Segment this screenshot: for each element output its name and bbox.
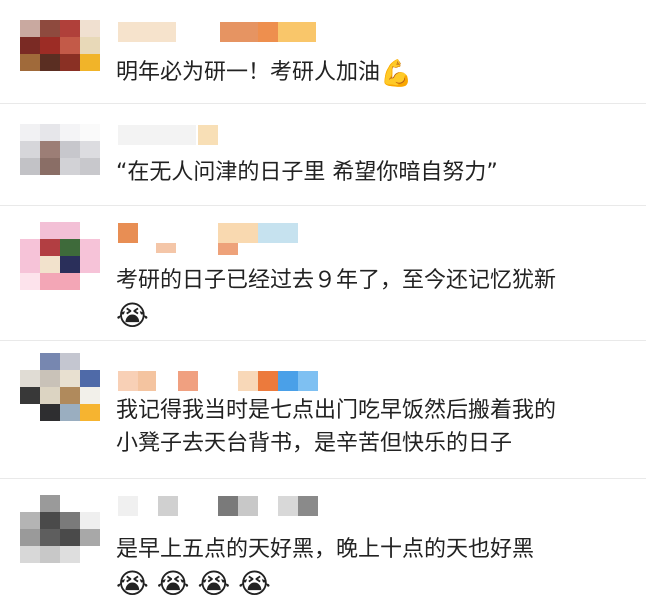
comment-text-content: 明年必为研一！考研人加油 bbox=[116, 60, 381, 85]
avatar[interactable] bbox=[20, 495, 100, 579]
loudly-crying-face-emoji-icon: 😭 bbox=[197, 567, 231, 600]
emoji-row: 😭 😭 😭 😭 bbox=[116, 567, 279, 600]
loudly-crying-face-emoji-icon: 😭 bbox=[116, 567, 149, 600]
avatar[interactable] bbox=[20, 20, 100, 86]
avatar[interactable] bbox=[20, 353, 100, 437]
comment-text-line: 我记得我当时是七点出门吃早饭然后搬着我的 bbox=[116, 398, 557, 423]
emoji-row: 😭 bbox=[116, 299, 157, 332]
flexed-biceps-emoji-icon: 💪 bbox=[380, 59, 413, 89]
comment-text: 我记得我当时是七点出门吃早饭然后搬着我的 小凳子去天台背书，是辛苦但快乐的日子 bbox=[116, 394, 556, 460]
comment-item: “在无人问津的日子里 希望你暗自努力” bbox=[0, 104, 646, 204]
loudly-crying-face-emoji-icon: 😭 bbox=[156, 567, 190, 600]
avatar[interactable] bbox=[20, 124, 100, 190]
comment-item: 我记得我当时是七点出门吃早饭然后搬着我的 小凳子去天台背书，是辛苦但快乐的日子 bbox=[0, 341, 646, 477]
comment-text: “在无人问津的日子里 希望你暗自努力” bbox=[116, 160, 498, 185]
comment-item: 考研的日子已经过去９年了，至今还记忆犹新 😭 bbox=[0, 206, 646, 338]
comment-text: 是早上五点的天好黑，晚上十点的天也好黑 bbox=[116, 537, 535, 562]
comment-text: 明年必为研一！考研人加油💪 bbox=[116, 56, 412, 89]
comment-text: 考研的日子已经过去９年了，至今还记忆犹新 bbox=[116, 268, 557, 293]
loudly-crying-face-emoji-icon: 😭 bbox=[116, 299, 149, 332]
avatar[interactable] bbox=[20, 222, 100, 304]
loudly-crying-face-emoji-icon: 😭 bbox=[238, 567, 271, 600]
comment-item: 明年必为研一！考研人加油💪 bbox=[0, 0, 646, 100]
comment-item: 是早上五点的天好黑，晚上十点的天也好黑 😭 😭 😭 😭 bbox=[0, 479, 646, 613]
comment-text-line: 小凳子去天台背书，是辛苦但快乐的日子 bbox=[116, 431, 513, 456]
